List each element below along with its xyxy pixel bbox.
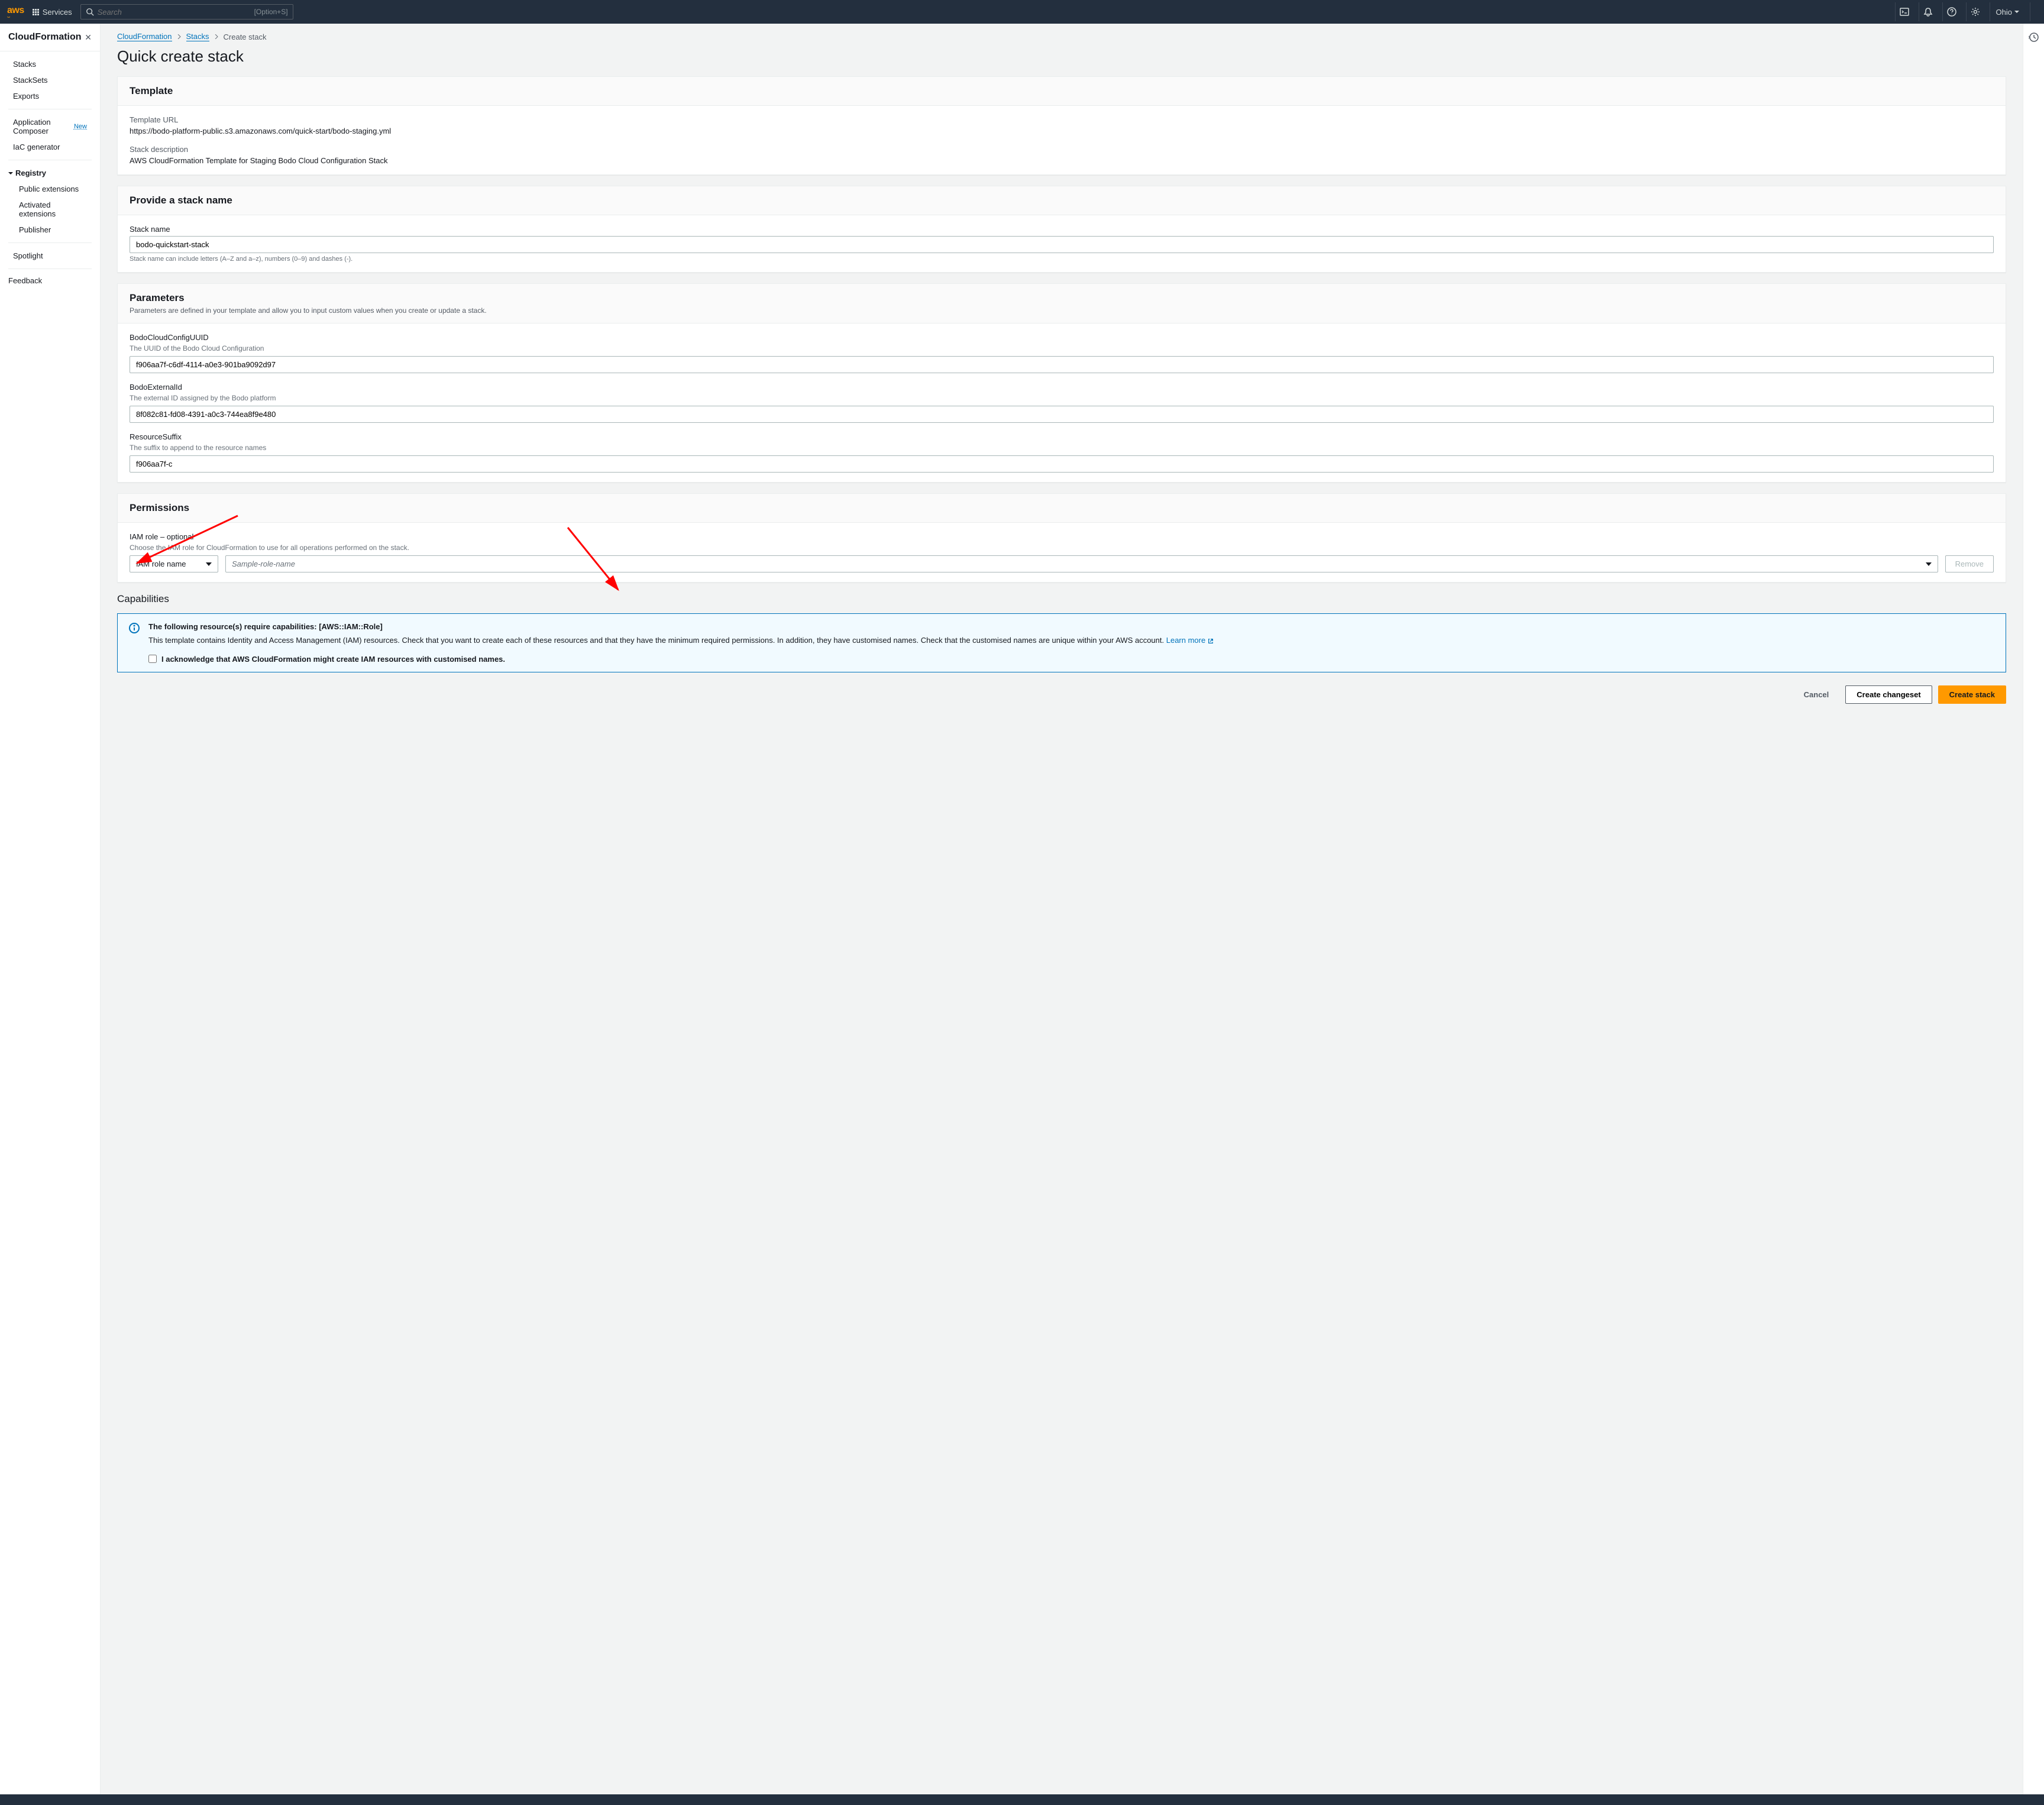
help-icon[interactable]: [1942, 2, 1961, 21]
permissions-heading: Permissions: [130, 502, 1994, 514]
iam-role-type-select[interactable]: IAM role name: [130, 555, 218, 572]
acknowledge-label[interactable]: I acknowledge that AWS CloudFormation mi…: [161, 655, 505, 664]
cloudshell-icon[interactable]: [1895, 2, 1914, 21]
new-badge: New: [74, 123, 87, 130]
sidebar-item-iac-generator[interactable]: IaC generator: [8, 139, 92, 155]
sidebar-item-exports[interactable]: Exports: [8, 88, 92, 104]
template-url-label: Template URL: [130, 115, 1994, 124]
param-2-input[interactable]: [130, 455, 1994, 473]
sidebar-item-public-extensions[interactable]: Public extensions: [14, 181, 92, 197]
page-title: Quick create stack: [117, 47, 2006, 66]
template-heading: Template: [130, 85, 1994, 97]
create-changeset-button[interactable]: Create changeset: [1845, 685, 1932, 704]
stack-name-heading: Provide a stack name: [130, 195, 1994, 206]
caret-down-icon: [206, 561, 212, 567]
region-selector[interactable]: Ohio: [1990, 2, 2025, 21]
param-1-name: BodoExternalId: [130, 383, 1994, 392]
breadcrumb-current: Create stack: [224, 33, 267, 41]
close-sidebar-button[interactable]: ✕: [85, 33, 92, 43]
chevron-right-icon: [214, 34, 219, 39]
param-0-input[interactable]: [130, 356, 1994, 373]
iam-role-name-select[interactable]: Sample-role-name: [225, 555, 1938, 572]
chevron-right-icon: [177, 34, 182, 39]
sidebar-item-application-composer[interactable]: Application Composer New: [8, 114, 92, 139]
search-box[interactable]: [Option+S]: [80, 4, 293, 20]
create-stack-button[interactable]: Create stack: [1938, 685, 2006, 704]
sidebar-item-stacks[interactable]: Stacks: [8, 56, 92, 72]
sidebar: CloudFormation ✕ Stacks StackSets Export…: [0, 24, 101, 1794]
search-input[interactable]: [98, 8, 254, 17]
stack-name-panel: Provide a stack name Stack name Stack na…: [117, 186, 2006, 273]
permissions-panel: Permissions IAM role – optional Choose t…: [117, 493, 2006, 583]
top-nav: aws ⌣ Services [Option+S] Ohio: [0, 0, 2044, 24]
capabilities-info-text: This template contains Identity and Acce…: [148, 635, 1214, 646]
sidebar-feedback[interactable]: Feedback: [0, 269, 100, 292]
param-1-desc: The external ID assigned by the Bodo pla…: [130, 394, 1994, 402]
stack-name-hint: Stack name can include letters (A–Z and …: [130, 255, 1994, 263]
parameters-panel: Parameters Parameters are defined in you…: [117, 283, 2006, 483]
sidebar-group-registry[interactable]: Registry: [8, 165, 92, 181]
breadcrumbs: CloudFormation Stacks Create stack: [117, 32, 2006, 41]
param-1-input[interactable]: [130, 406, 1994, 423]
caret-down-icon: [8, 171, 13, 176]
notifications-icon[interactable]: [1919, 2, 1938, 21]
capabilities-info-box: The following resource(s) require capabi…: [117, 613, 2006, 672]
stack-name-input[interactable]: [130, 236, 1994, 253]
sidebar-item-spotlight[interactable]: Spotlight: [8, 248, 92, 264]
stack-description-value: AWS CloudFormation Template for Staging …: [130, 156, 1994, 165]
sidebar-title: CloudFormation: [8, 32, 82, 43]
stack-name-label: Stack name: [130, 225, 1994, 234]
param-0-name: BodoCloudConfigUUID: [130, 333, 1994, 342]
parameters-heading: Parameters: [130, 292, 1994, 304]
stack-description-label: Stack description: [130, 145, 1994, 154]
iam-role-desc: Choose the IAM role for CloudFormation t…: [130, 544, 1994, 552]
breadcrumb-stacks[interactable]: Stacks: [186, 32, 209, 41]
search-icon: [86, 8, 94, 16]
iam-role-label: IAM role – optional: [130, 532, 1994, 541]
cancel-button[interactable]: Cancel: [1793, 686, 1840, 703]
footer-actions: Cancel Create changeset Create stack: [117, 685, 2006, 704]
region-label: Ohio: [1996, 8, 2012, 17]
caret-down-icon: [1926, 561, 1932, 567]
learn-more-link[interactable]: Learn more: [1166, 636, 1214, 645]
acknowledge-checkbox[interactable]: [148, 655, 157, 663]
template-url-value: https://bodo-platform-public.s3.amazonaw…: [130, 127, 1994, 135]
info-icon: [128, 622, 140, 634]
main-content: CloudFormation Stacks Create stack Quick…: [101, 24, 2023, 1794]
sidebar-item-publisher[interactable]: Publisher: [14, 222, 92, 238]
search-shortcut-hint: [Option+S]: [254, 8, 288, 16]
right-rail: [2023, 24, 2044, 1794]
capabilities-heading: Capabilities: [117, 593, 2006, 605]
sidebar-item-activated-extensions[interactable]: Activated extensions: [14, 197, 92, 222]
services-menu-button[interactable]: Services: [29, 5, 76, 19]
aws-logo[interactable]: aws ⌣: [7, 5, 24, 18]
services-label: Services: [43, 8, 72, 17]
external-link-icon: [1208, 638, 1214, 644]
param-2-desc: The suffix to append to the resource nam…: [130, 444, 1994, 452]
template-panel: Template Template URL https://bodo-platf…: [117, 76, 2006, 175]
sidebar-item-stacksets[interactable]: StackSets: [8, 72, 92, 88]
grid-icon: [33, 9, 39, 15]
param-0-desc: The UUID of the Bodo Cloud Configuration: [130, 344, 1994, 352]
recent-icon[interactable]: [2029, 32, 2039, 43]
caret-down-icon: [2014, 9, 2019, 14]
param-2-name: ResourceSuffix: [130, 432, 1994, 441]
remove-iam-role-button[interactable]: Remove: [1945, 555, 1994, 572]
settings-icon[interactable]: [1966, 2, 1985, 21]
parameters-subtitle: Parameters are defined in your template …: [130, 306, 1994, 315]
bottom-bar: [0, 1794, 2044, 1805]
breadcrumb-cloudformation[interactable]: CloudFormation: [117, 32, 172, 41]
capabilities-info-title: The following resource(s) require capabi…: [148, 622, 1214, 631]
